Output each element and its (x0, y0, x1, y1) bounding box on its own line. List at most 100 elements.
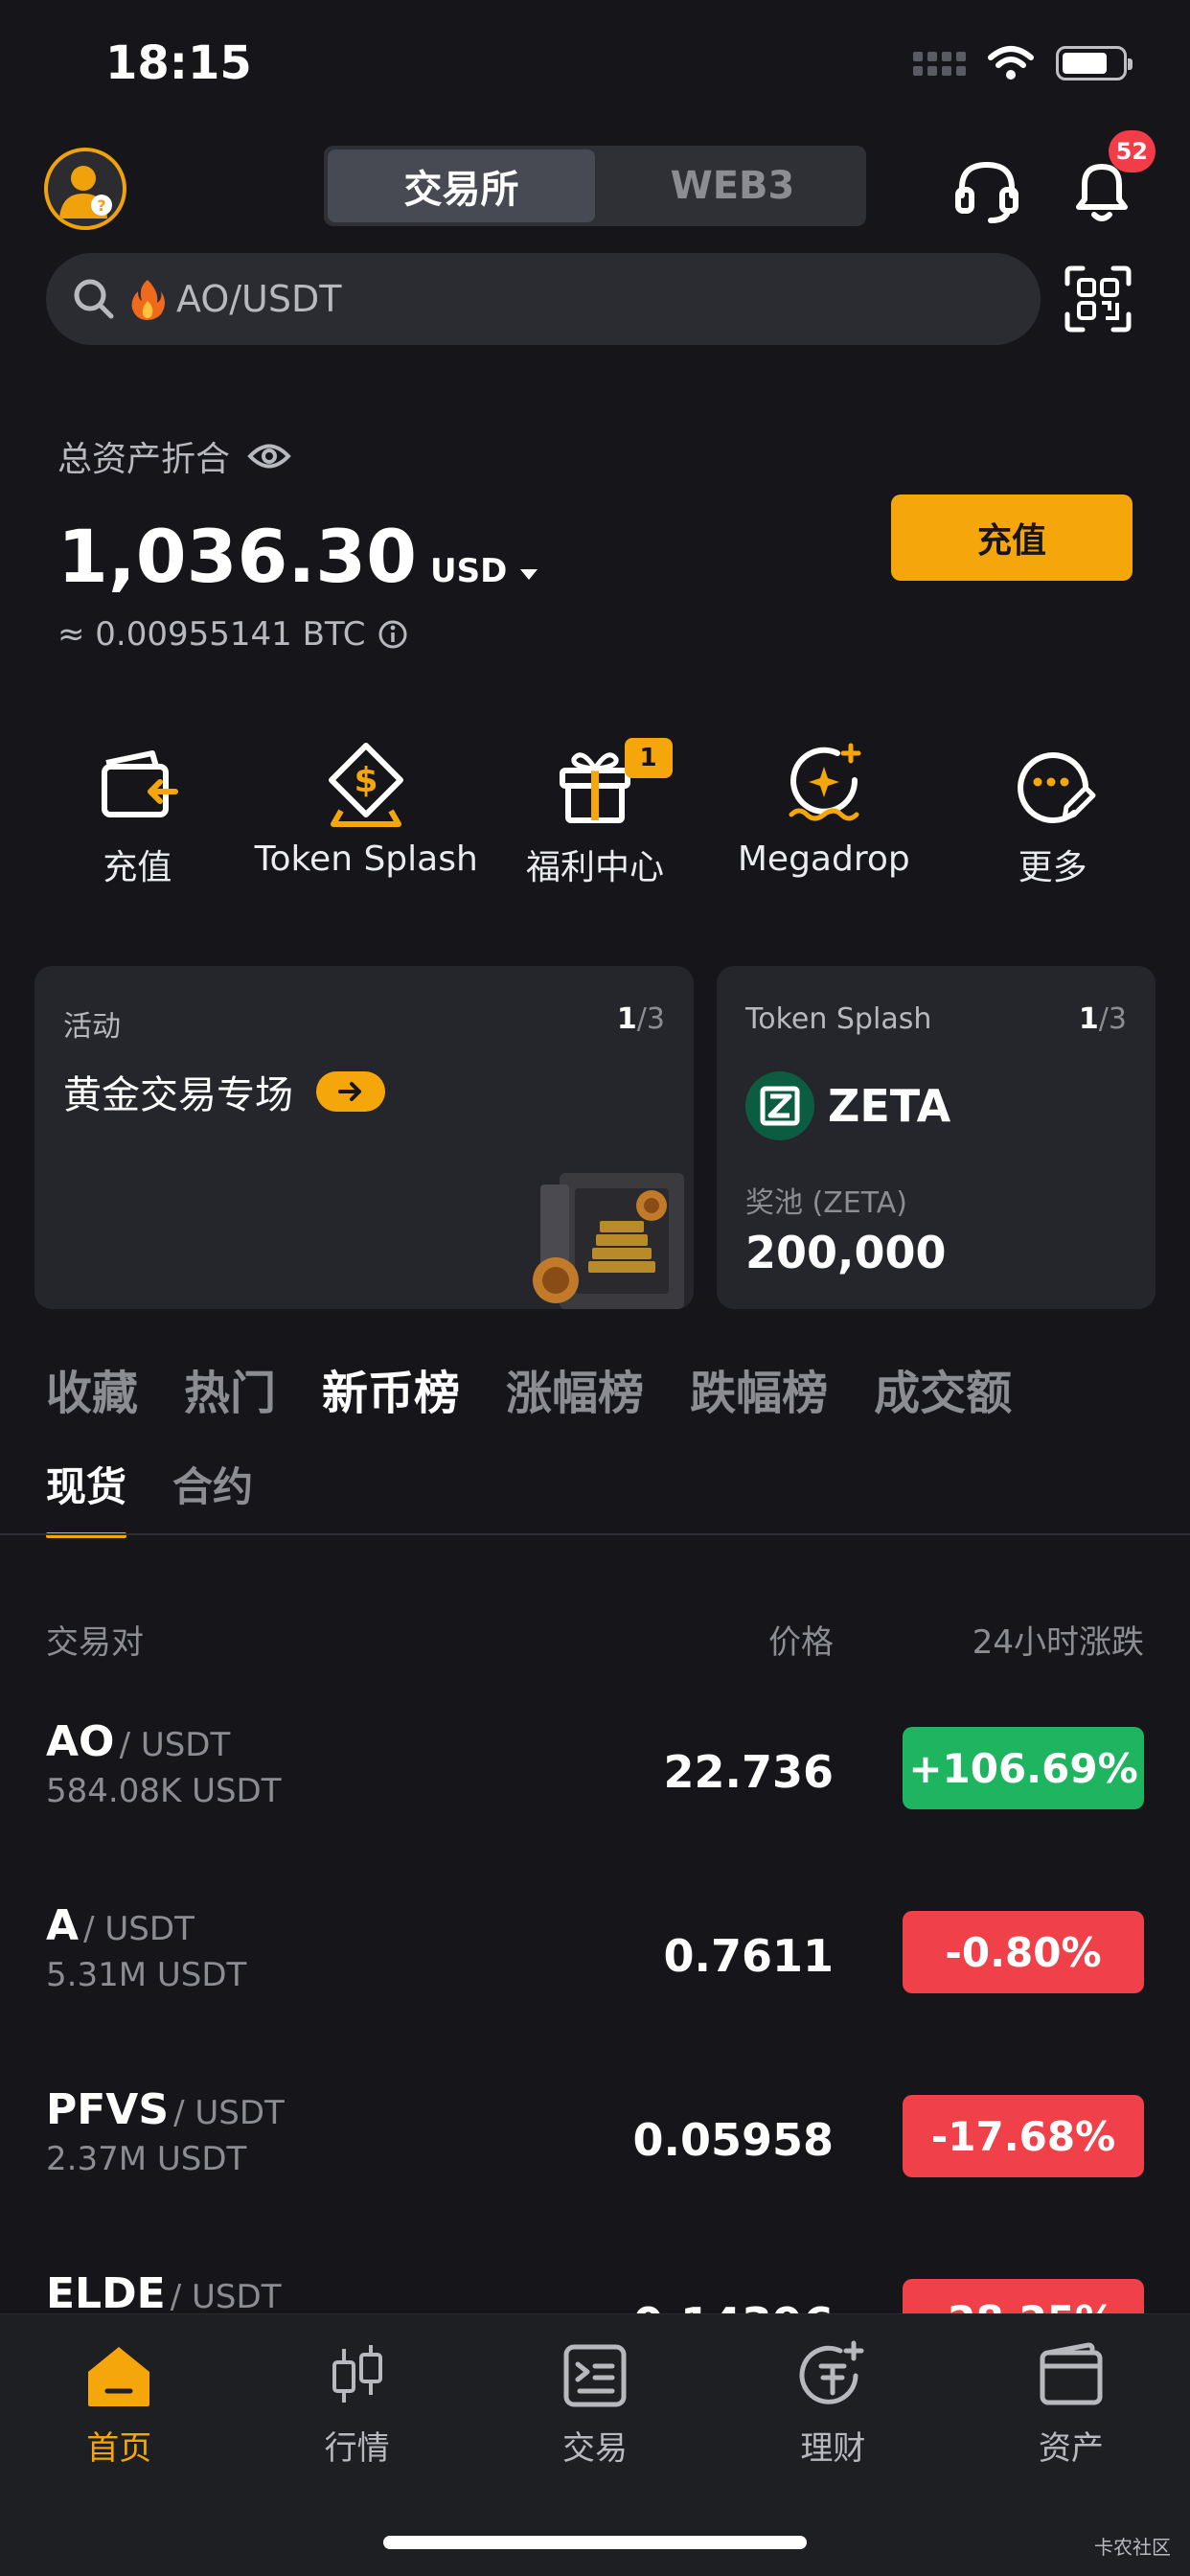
nav-earn[interactable]: 理财 (714, 2339, 951, 2469)
arrow-right-icon[interactable] (316, 1071, 385, 1112)
avatar[interactable]: ? (44, 148, 126, 230)
pair-cell: PFVS / USDT 2.37M USDT (46, 2085, 285, 2178)
status-icons (913, 44, 1133, 82)
token-row: ZETA (745, 1071, 950, 1140)
assets-wallet-icon (1040, 2342, 1103, 2405)
activity-card[interactable]: 活动 1/3 黄金交易专场 (34, 966, 694, 1309)
shortcut-megadrop[interactable]: Megadrop (709, 738, 938, 889)
column-header-pair: 交易对 (46, 1623, 144, 1662)
fire-icon (131, 280, 165, 320)
total-assets-title: 总资产折合 (57, 440, 231, 479)
shortcut-deposit[interactable]: 充值 (23, 738, 252, 889)
total-assets-label: 总资产折合 (57, 431, 291, 481)
wallet-deposit-icon (102, 750, 179, 817)
pair-base: PFVS (46, 2085, 170, 2134)
market-category-tabs: 收藏 热门 新币榜 涨幅榜 跌幅榜 成交额 (46, 1355, 1012, 1422)
shortcut-row: 充值 $ Token Splash 1 福利中心 Megadrop 更多 (23, 738, 1167, 889)
svg-text:?: ? (97, 196, 105, 215)
token-splash-card[interactable]: Token Splash 1/3 ZETA 奖池 (ZETA) 200,000 (717, 966, 1156, 1309)
price-cell: 0.05958 (632, 2114, 834, 2166)
cellular-signal-icon (913, 51, 966, 76)
token-name: ZETA (828, 1080, 951, 1132)
pair-base: AO (46, 1717, 115, 1766)
market-icon (332, 2345, 382, 2403)
assets-btc-value: ≈ 0.00955141 BTC (57, 615, 366, 654)
column-header-price[interactable]: 价格 (768, 1616, 834, 1663)
shortcut-more[interactable]: 更多 (938, 738, 1167, 889)
nav-label: 行情 (324, 2429, 390, 2468)
exchange-web3-switch: 交易所 WEB3 (324, 146, 866, 226)
nav-market[interactable]: 行情 (238, 2339, 475, 2469)
headset-support-icon[interactable] (950, 153, 1023, 226)
pair-quote: / USDT (119, 1726, 231, 1764)
currency-selector[interactable]: USD (430, 552, 539, 590)
earn-icon (799, 2340, 864, 2404)
page-total: /3 (1098, 1002, 1127, 1036)
user-avatar-icon: ? (59, 166, 112, 218)
notification-badge: 52 (1108, 130, 1156, 172)
column-header-change[interactable]: 24小时涨跌 (973, 1616, 1144, 1663)
market-type-tabs: 现货 合约 (46, 1455, 253, 1538)
table-row[interactable]: A / USDT 5.31M USDT 0.7611 -0.80% (0, 1901, 1190, 2085)
tab-gainers[interactable]: 涨幅榜 (506, 1355, 644, 1422)
assets-btc: ≈ 0.00955141 BTC (57, 615, 409, 654)
search-icon (74, 279, 114, 319)
search-hot-term: AO/USDT (176, 278, 342, 320)
tab-volume[interactable]: 成交额 (874, 1355, 1012, 1422)
pair-base: A (46, 1901, 80, 1950)
nav-label: 理财 (800, 2429, 866, 2468)
tab-futures[interactable]: 合约 (172, 1455, 253, 1538)
tab-spot[interactable]: 现货 (46, 1455, 127, 1538)
tab-exchange[interactable]: 交易所 (328, 150, 595, 222)
pool-value: 200,000 (745, 1227, 947, 1278)
battery-icon (1056, 46, 1133, 80)
nav-home[interactable]: 首页 (0, 2339, 238, 2469)
eye-icon[interactable] (247, 442, 291, 471)
tab-hot[interactable]: 热门 (184, 1355, 276, 1422)
pool-label: 奖池 (ZETA) (745, 1186, 907, 1220)
pair-volume: 2.37M USDT (46, 2140, 247, 2178)
price-cell: 0.7611 (663, 1930, 834, 1982)
divider (0, 1533, 1190, 1535)
tab-new-listings[interactable]: 新币榜 (322, 1355, 460, 1422)
price-cell: 22.736 (663, 1746, 834, 1798)
page-total: /3 (636, 1002, 665, 1036)
more-icon (1017, 752, 1096, 824)
home-indicator (383, 2536, 807, 2549)
nav-trade[interactable]: 交易 (476, 2339, 714, 2469)
card-pagination: 1/3 (1079, 1002, 1127, 1036)
search-input[interactable]: AO/USDT (46, 253, 1041, 345)
wifi-icon (988, 46, 1034, 80)
tab-web3[interactable]: WEB3 (599, 146, 866, 226)
activity-title: 黄金交易专场 (63, 1073, 293, 1117)
scan-qr-icon[interactable] (1064, 264, 1133, 334)
total-assets-value: 1,036.30 USD (57, 514, 539, 599)
card-pagination: 1/3 (617, 1002, 665, 1036)
pair-cell: AO / USDT 584.08K USDT (46, 1717, 282, 1810)
nav-assets[interactable]: 资产 (952, 2339, 1190, 2469)
table-row[interactable]: AO / USDT 584.08K USDT 22.736 +106.69% (0, 1717, 1190, 1901)
caret-down-icon (520, 569, 538, 580)
change-badge[interactable]: -0.80% (903, 1911, 1144, 1993)
change-badge[interactable]: +106.69% (903, 1727, 1144, 1809)
shortcut-label: Megadrop (737, 840, 910, 879)
shortcut-token-splash[interactable]: $ Token Splash (252, 738, 481, 889)
change-badge[interactable]: -17.68% (903, 2095, 1144, 2177)
home-icon (88, 2347, 150, 2406)
pair-quote: / USDT (83, 1910, 195, 1948)
status-time: 18:15 (105, 36, 252, 90)
deposit-button[interactable]: 充值 (891, 494, 1133, 581)
watermark: 卡农社区 (1094, 2536, 1171, 2559)
shortcut-label: 更多 (1018, 848, 1087, 887)
svg-text:$: $ (355, 761, 378, 800)
gold-vault-illustration (533, 1173, 684, 1309)
shortcut-rewards-center[interactable]: 1 福利中心 (481, 738, 710, 889)
currency-label: USD (430, 552, 508, 590)
tab-losers[interactable]: 跌幅榜 (690, 1355, 828, 1422)
zeta-logo-icon (745, 1071, 814, 1140)
tab-favorites[interactable]: 收藏 (46, 1355, 138, 1422)
pair-volume: 584.08K USDT (46, 1772, 282, 1810)
info-icon[interactable] (377, 618, 409, 651)
table-row[interactable]: PFVS / USDT 2.37M USDT 0.05958 -17.68% (0, 2085, 1190, 2269)
token-splash-icon: $ (329, 743, 404, 827)
